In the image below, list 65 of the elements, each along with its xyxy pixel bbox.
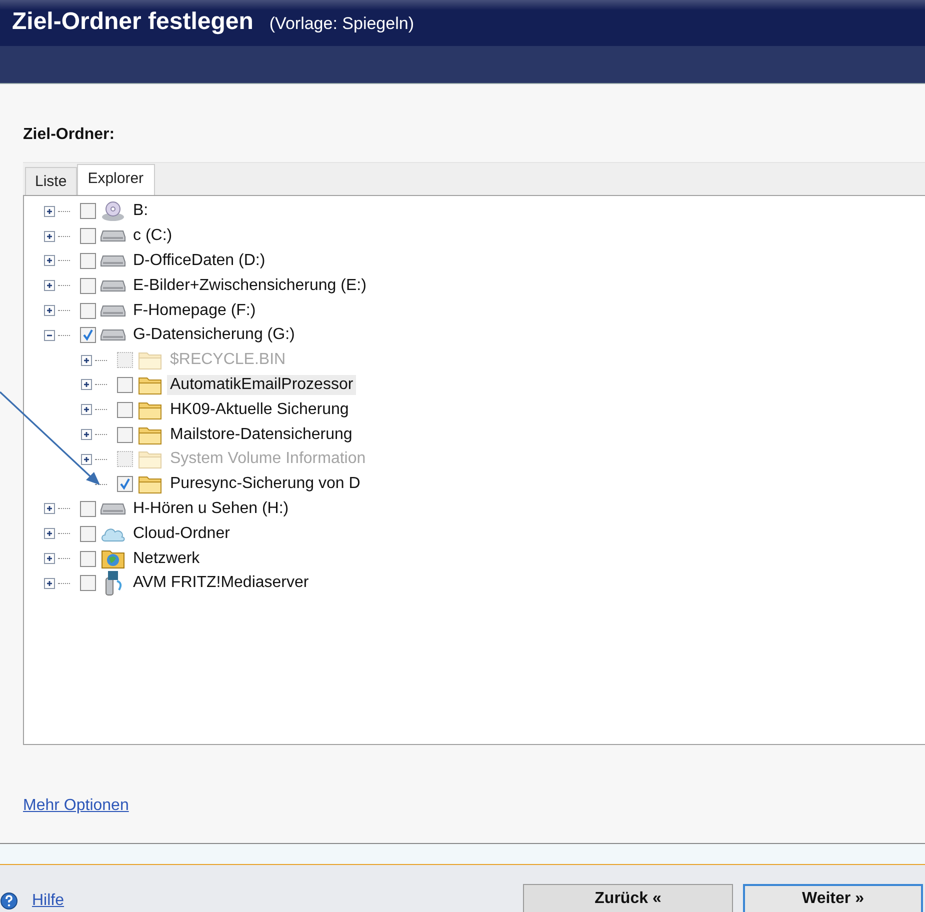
expander-icon[interactable] (81, 429, 92, 440)
expander-icon[interactable] (44, 503, 55, 514)
checkbox[interactable] (80, 252, 96, 269)
expander-icon[interactable] (44, 553, 55, 564)
tree-item[interactable]: AVM FRITZ!Mediaserver (130, 573, 312, 594)
expander-icon[interactable] (44, 330, 55, 341)
tree-item[interactable]: Puresync-Sicherung von D (167, 474, 364, 494)
checkbox[interactable] (80, 327, 96, 344)
checkbox[interactable] (117, 426, 133, 443)
expander-icon[interactable] (44, 206, 55, 217)
tree-item[interactable]: G-Datensicherung (G:) (130, 325, 298, 346)
checkbox[interactable] (80, 500, 96, 517)
cd-drive-icon (100, 200, 126, 222)
checkbox[interactable] (80, 550, 96, 567)
folder-icon (138, 424, 162, 445)
expander-icon[interactable] (44, 280, 55, 292)
expander-icon[interactable] (44, 230, 55, 242)
more-options-link[interactable]: Mehr Optionen (23, 797, 129, 814)
expander-icon[interactable] (44, 255, 55, 266)
checkbox[interactable] (80, 278, 96, 294)
expander-icon[interactable] (44, 305, 55, 316)
tree-item[interactable]: E-Bilder+Zwischensicherung (E:) (130, 276, 370, 296)
tree-item[interactable]: D-OfficeDaten (D:) (130, 250, 268, 271)
expander-icon[interactable] (81, 404, 92, 416)
tree-item[interactable]: F-Homepage (F:) (130, 300, 259, 321)
hard-drive-icon (100, 328, 126, 342)
checkbox[interactable] (80, 203, 96, 220)
hard-drive-icon (100, 304, 126, 318)
tab[interactable]: Liste (25, 167, 77, 195)
checkbox[interactable] (117, 402, 133, 418)
hard-drive-icon (100, 502, 126, 516)
tree-item[interactable]: c (C:) (130, 226, 176, 246)
dialog-subtitle: (Vorlage: Spiegeln) (269, 14, 414, 34)
folder-icon (138, 474, 162, 494)
tree-item[interactable]: Cloud-Ordner (130, 524, 233, 544)
expander-icon[interactable] (81, 379, 92, 390)
hard-drive-icon (100, 254, 126, 268)
checkbox[interactable] (117, 376, 133, 393)
help-link[interactable]: Hilfe (32, 892, 64, 910)
folder-icon (138, 400, 162, 420)
hard-drive-icon (100, 229, 126, 244)
hard-drive-icon (100, 278, 126, 293)
checkbox[interactable] (80, 228, 96, 244)
help-icon[interactable] (0, 892, 18, 910)
tree-item[interactable]: AutomatikEmailProzessor (167, 374, 356, 395)
tree-item[interactable]: Mailstore-Datensicherung (167, 424, 356, 445)
folder-icon (138, 374, 162, 395)
wizard-button[interactable]: Weiter » (743, 884, 923, 912)
folder-icon (138, 350, 162, 370)
wizard-button[interactable]: Zurück « (523, 884, 733, 912)
folder-icon (138, 449, 162, 470)
expander-icon[interactable] (44, 578, 55, 589)
dialog-title: Ziel-Ordner festlegen (12, 8, 254, 36)
tree-item[interactable]: H-Hören u Sehen (H:) (130, 498, 292, 519)
tree-item[interactable]: B: (130, 201, 152, 222)
tree-item[interactable]: Netzwerk (130, 548, 203, 569)
checkbox[interactable] (80, 302, 96, 319)
checkbox[interactable] (117, 476, 133, 492)
expander-icon[interactable] (44, 528, 55, 540)
network-folder-icon (101, 548, 125, 570)
section-label: Ziel-Ordner: (23, 126, 116, 144)
tree-item[interactable]: HK09-Aktuelle Sicherung (167, 400, 352, 420)
checkbox[interactable] (80, 526, 96, 542)
checkbox[interactable] (80, 575, 96, 592)
tab[interactable]: Explorer (76, 164, 155, 195)
